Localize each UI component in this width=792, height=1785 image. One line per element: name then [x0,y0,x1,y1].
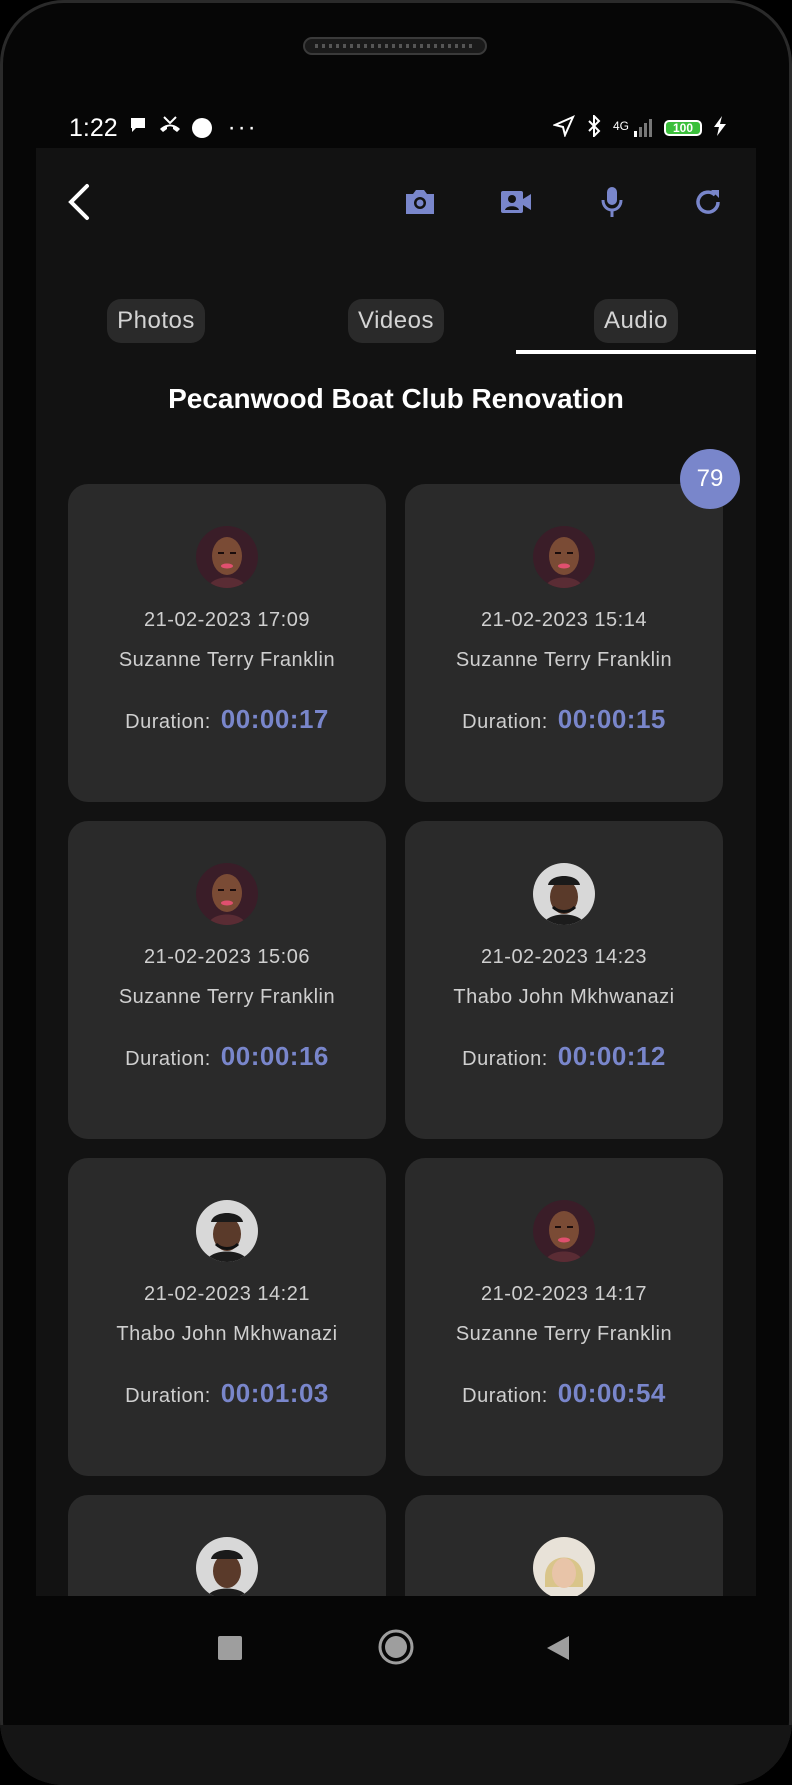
recording-date: 21-02-2023 17:09 [144,609,310,631]
audio-card[interactable]: 21-02-2023 15:14 Suzanne Terry Franklin … [405,484,723,802]
tab-photos[interactable]: Photos [36,298,276,344]
tab-audio-label: Audio [594,299,678,343]
tab-photos-label: Photos [107,299,205,343]
battery-icon: 100 [664,120,702,136]
duration-label: Duration: [462,1048,548,1070]
chevron-left-icon [68,184,89,220]
tab-audio[interactable]: Audio [516,298,756,344]
duration-value: 00:00:17 [220,704,329,734]
video-button[interactable] [494,180,538,224]
camera-icon [406,190,434,214]
system-back-button[interactable] [545,1634,571,1667]
duration-label: Duration: [462,1385,548,1407]
refresh-button[interactable] [686,180,730,224]
duration-label: Duration: [125,1048,211,1070]
avatar [196,1537,258,1596]
back-button[interactable] [56,180,100,224]
audio-card[interactable] [68,1495,386,1596]
phone-frame: 1:22 ··· 4G 100 Photos Videos Audio Peca… [0,0,792,1785]
audio-card[interactable]: 21-02-2023 14:23 Thabo John Mkhwanazi Du… [405,821,723,1139]
more-notifications-icon: ··· [227,114,258,141]
avatar [196,526,258,588]
recording-author: Suzanne Terry Franklin [118,986,336,1008]
tab-videos[interactable]: Videos [276,298,516,344]
network-type: 4G [612,119,629,133]
video-camera-icon [501,191,531,213]
audio-card[interactable]: 21-02-2023 14:21 Thabo John Mkhwanazi Du… [68,1158,386,1476]
recording-date: 21-02-2023 15:14 [481,609,647,631]
status-time: 1:22 [69,113,118,142]
bluetooth-icon [587,113,601,142]
missed-call-icon [158,115,182,141]
avatar [196,863,258,925]
duration-value: 00:00:54 [557,1378,666,1408]
duration-value: 00:00:12 [557,1041,666,1071]
microphone-button[interactable] [590,180,634,224]
app-screen: Photos Videos Audio Pecanwood Boat Club … [36,148,756,1596]
recording-date: 21-02-2023 14:17 [481,1283,647,1305]
recording-date: 21-02-2023 14:23 [481,946,647,968]
square-icon [218,1636,242,1660]
audio-card[interactable]: 21-02-2023 17:09 Suzanne Terry Franklin … [68,484,386,802]
recording-author: Suzanne Terry Franklin [455,1323,673,1345]
recording-author: Thabo John Mkhwanazi [453,986,675,1008]
refresh-icon [696,190,720,214]
media-tabs: Photos Videos Audio [36,298,756,356]
recents-button[interactable] [218,1636,242,1665]
duration-label: Duration: [125,711,211,733]
duration-value: 00:00:16 [220,1041,329,1071]
status-bar: 1:22 ··· 4G 100 [36,108,756,148]
avatar [196,1200,258,1262]
chat-notification-icon [128,115,148,141]
signal-icon: 4G [613,119,652,137]
avatar [533,1537,595,1596]
audio-card[interactable]: 21-02-2023 15:06 Suzanne Terry Franklin … [68,821,386,1139]
system-nav-bar [0,1596,792,1696]
recording-author: Suzanne Terry Franklin [118,649,336,671]
duration-value: 00:01:03 [220,1378,329,1408]
toolbar [36,148,756,258]
avatar [533,1200,595,1262]
duration-value: 00:00:15 [557,704,666,734]
charging-icon [714,115,726,141]
active-tab-indicator [516,350,756,354]
location-icon [551,114,575,142]
recording-date: 21-02-2023 14:21 [144,1283,310,1305]
microphone-icon [601,187,623,217]
duration-label: Duration: [462,711,548,733]
home-circle-icon [378,1629,414,1665]
home-button[interactable] [377,1628,415,1671]
avatar [533,526,595,588]
app-notification-icon [191,118,212,138]
audio-card[interactable]: 21-02-2023 14:17 Suzanne Terry Franklin … [405,1158,723,1476]
duration-label: Duration: [125,1385,211,1407]
triangle-back-icon [547,1636,569,1660]
count-badge: 79 [680,449,740,509]
avatar [533,863,595,925]
project-title: Pecanwood Boat Club Renovation [168,383,624,414]
phone-chin [0,1725,792,1785]
earpiece-speaker [303,37,487,55]
recording-author: Suzanne Terry Franklin [455,649,673,671]
tab-videos-label: Videos [348,299,444,343]
recording-date: 21-02-2023 15:06 [144,946,310,968]
camera-button[interactable] [398,180,442,224]
recording-author: Thabo John Mkhwanazi [116,1323,338,1345]
audio-card[interactable] [405,1495,723,1596]
